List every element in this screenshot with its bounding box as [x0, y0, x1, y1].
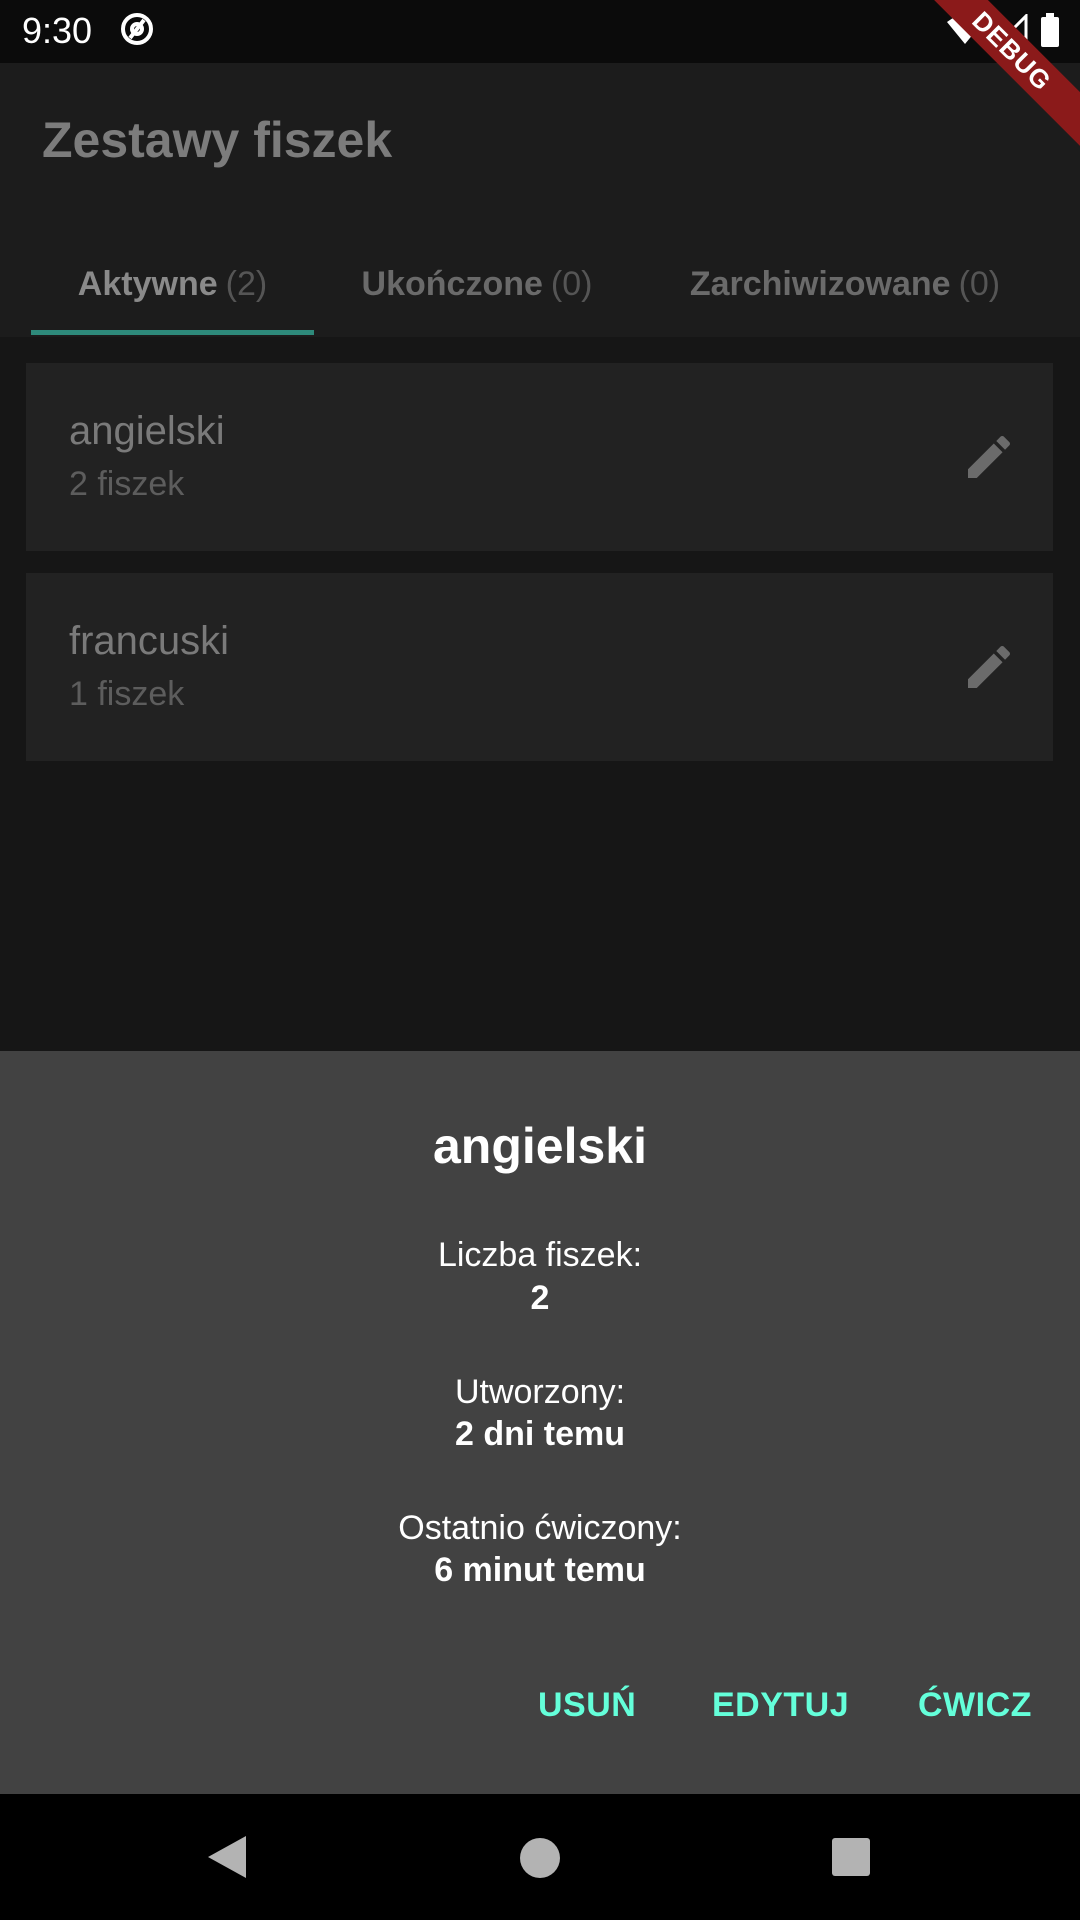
at-sign-icon: [120, 12, 154, 46]
home-icon[interactable]: [520, 1838, 560, 1878]
tab-count: (0): [958, 264, 1001, 303]
sheet-title: angielski: [433, 1118, 647, 1174]
status-bar: 9:30: [0, 0, 1080, 63]
info-label: Liczba fiszek:: [437, 1236, 643, 1274]
set-name: francuski: [69, 619, 230, 663]
info-label: Ostatnio ćwiczony:: [398, 1509, 682, 1547]
battery-icon: [1040, 12, 1060, 52]
tab-bar: Aktywne (2) Ukończone (0) Zarchiwizowane…: [0, 231, 1080, 337]
info-label: Utworzony:: [454, 1373, 626, 1411]
set-name: angielski: [69, 409, 225, 453]
tab-label: Ukończone: [361, 264, 543, 303]
tab-completed[interactable]: Ukończone (0): [314, 231, 640, 337]
tab-archived[interactable]: Zarchiwizowane (0): [640, 231, 1050, 337]
info-value: 2 dni temu: [454, 1415, 626, 1453]
page-title: Zestawy fiszek: [42, 112, 393, 168]
status-time: 9:30: [22, 10, 93, 51]
info-value: 6 minut temu: [434, 1551, 646, 1589]
list-item[interactable]: francuski 1 fiszek: [26, 573, 1053, 761]
tab-indicator: [31, 330, 314, 335]
app-bar: Zestawy fiszek Aktywne (2) Ukończone (0)…: [0, 63, 1080, 337]
set-count: 2 fiszek: [69, 465, 185, 503]
bottom-sheet: angielski Liczba fiszek: 2 Utworzony: 2 …: [0, 1051, 1080, 1794]
edit-button[interactable]: EDYTUJ: [712, 1686, 849, 1725]
back-icon[interactable]: [206, 1834, 248, 1880]
set-list: angielski 2 fiszek francuski 1 fiszek: [0, 337, 1080, 1051]
pencil-icon[interactable]: [961, 639, 1017, 695]
practice-button[interactable]: ĆWICZ: [918, 1686, 1032, 1725]
tab-label: Aktywne: [77, 264, 218, 303]
delete-button[interactable]: USUŃ: [538, 1686, 636, 1725]
pencil-icon[interactable]: [961, 429, 1017, 485]
recents-icon[interactable]: [832, 1838, 870, 1876]
navigation-bar: [0, 1794, 1080, 1920]
tab-label: Zarchiwizowane: [689, 264, 951, 303]
set-count: 1 fiszek: [69, 675, 185, 713]
tab-count: (2): [225, 264, 268, 303]
tab-count: (0): [550, 264, 593, 303]
info-value: 2: [530, 1279, 550, 1317]
tab-active[interactable]: Aktywne (2): [31, 231, 314, 337]
list-item[interactable]: angielski 2 fiszek: [26, 363, 1053, 551]
